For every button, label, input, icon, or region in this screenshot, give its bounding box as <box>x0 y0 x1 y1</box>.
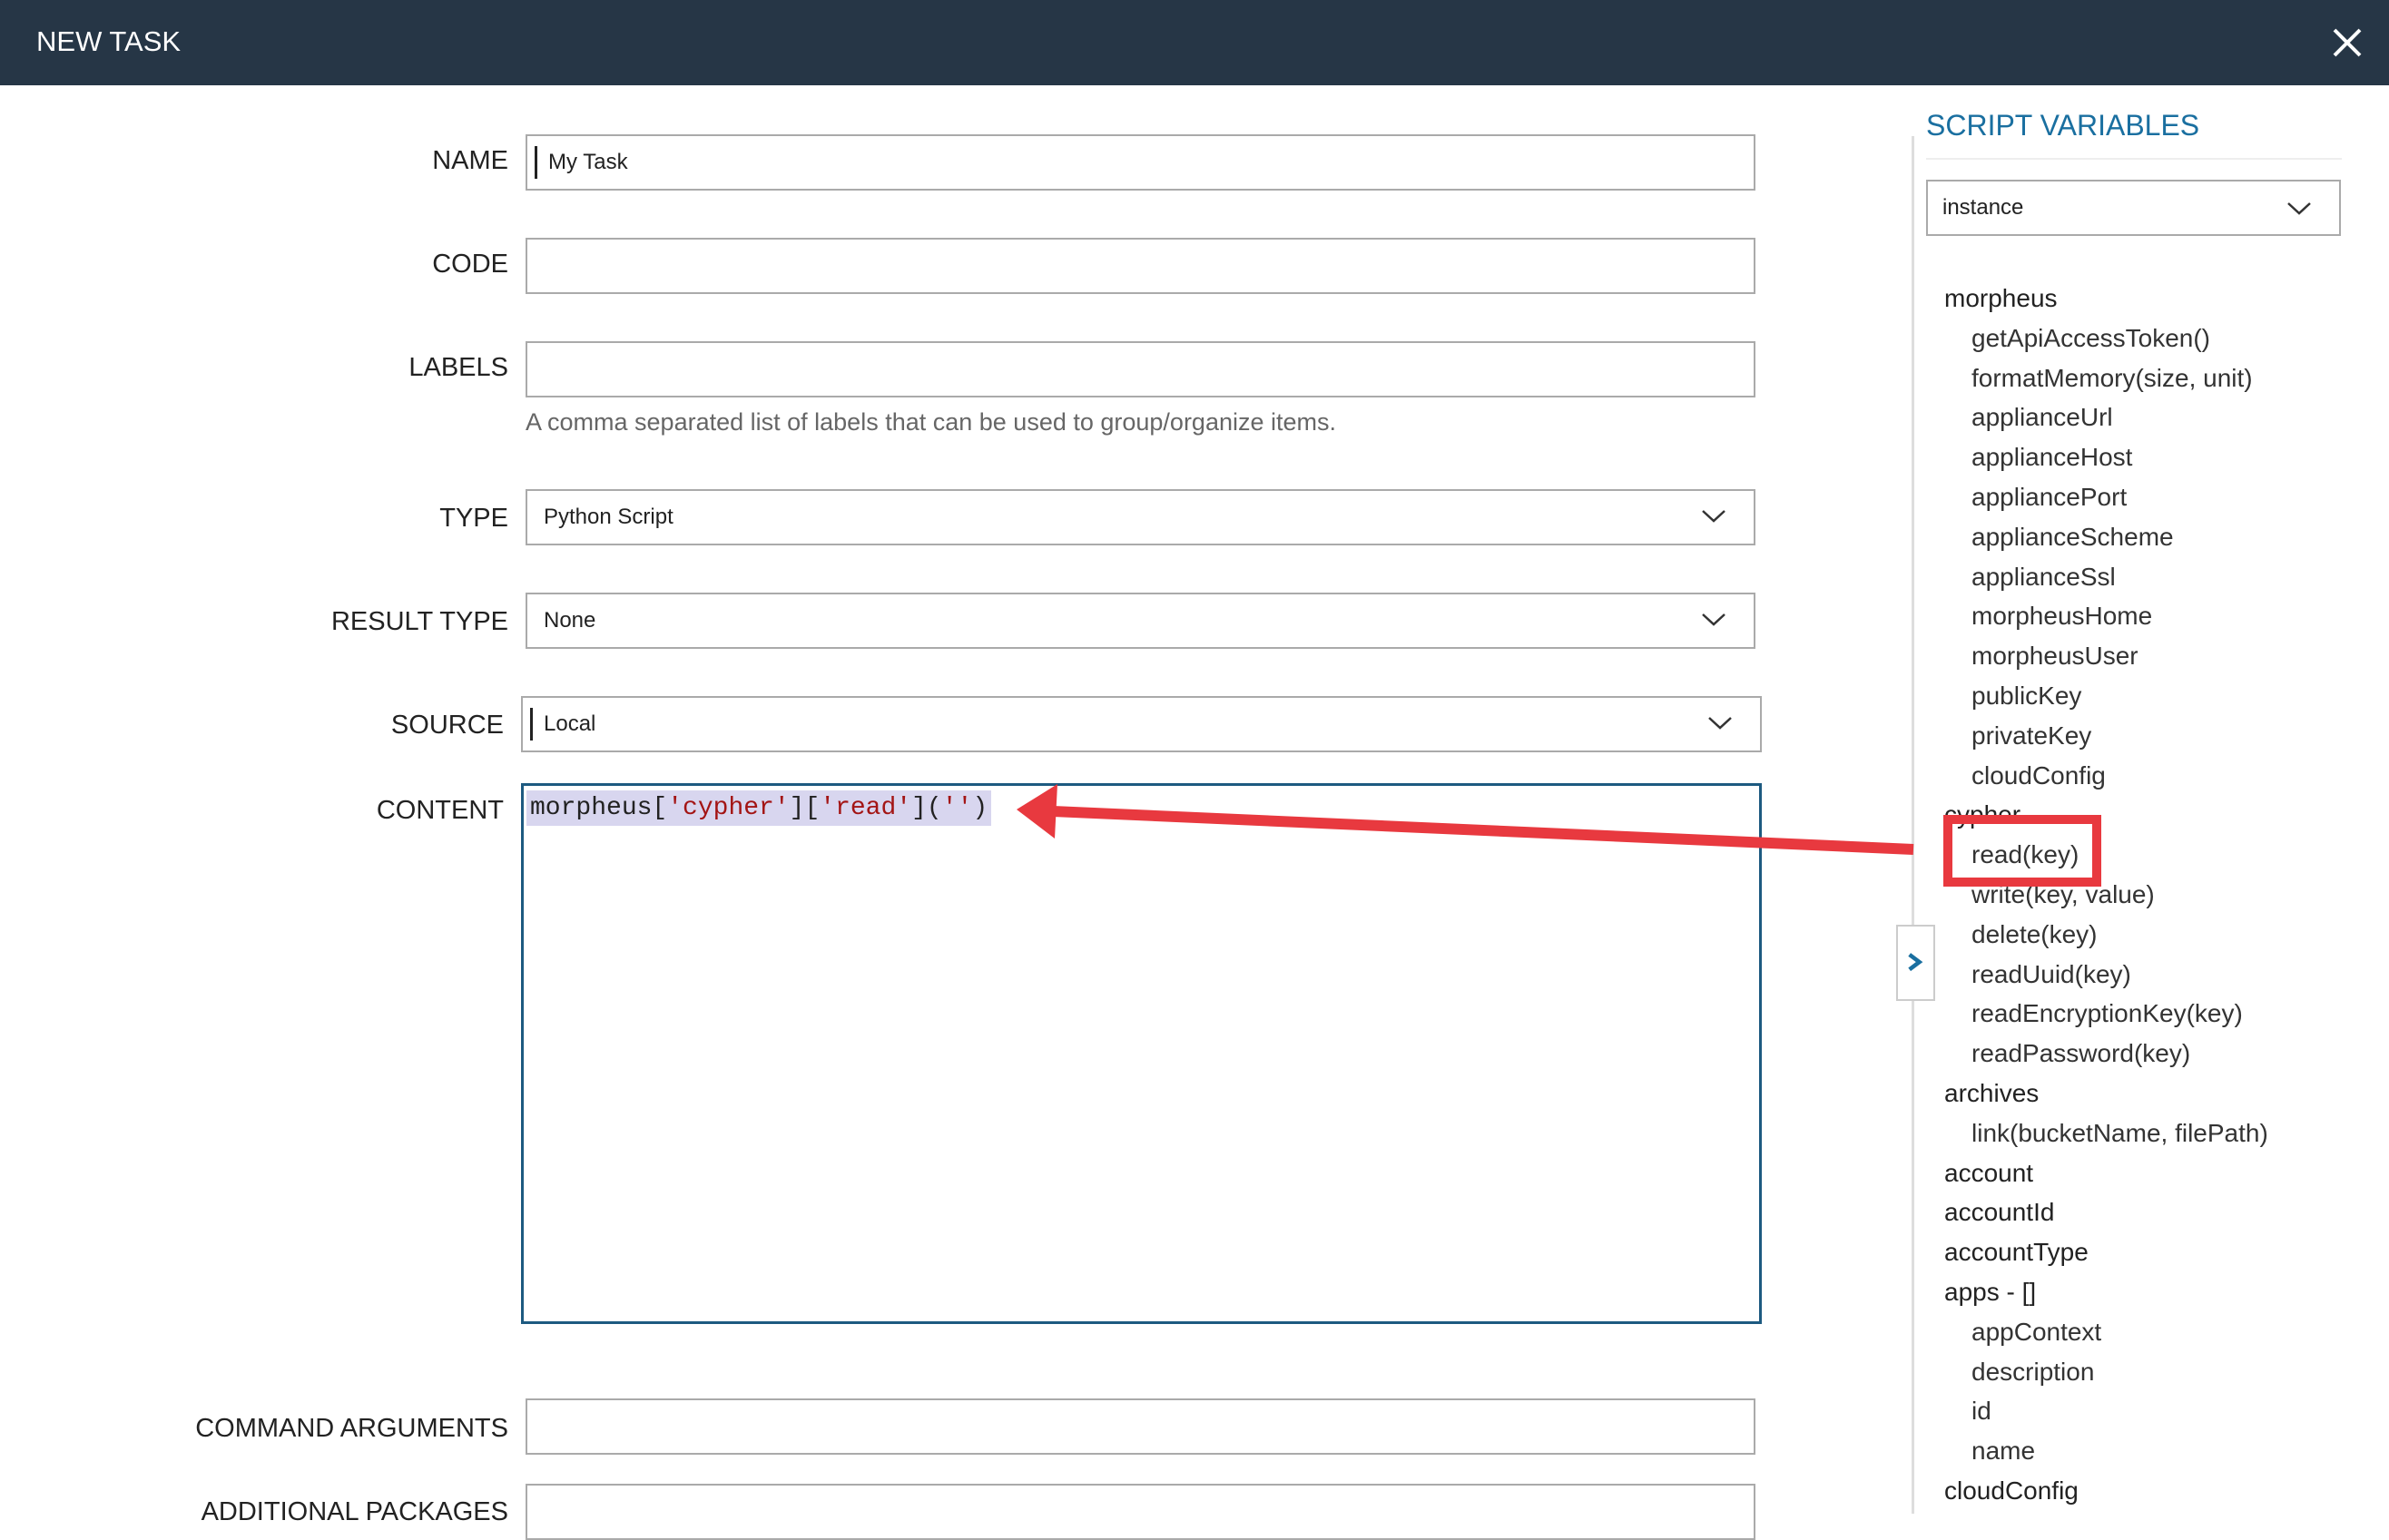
close-icon[interactable] <box>2329 25 2365 61</box>
variable-group[interactable]: cypher <box>1944 795 2380 835</box>
code-token: ) <box>972 794 988 822</box>
variable-item[interactable]: applianceHost <box>1944 437 2380 477</box>
text-cursor <box>535 146 537 179</box>
name-label: NAME <box>432 146 508 175</box>
name-input[interactable]: My Task <box>526 134 1755 191</box>
variable-item[interactable]: readPassword(key) <box>1944 1034 2380 1074</box>
additional-packages-label: ADDITIONAL PACKAGES <box>201 1497 508 1526</box>
title-underline <box>1926 158 2342 160</box>
command-arguments-label: COMMAND ARGUMENTS <box>195 1414 508 1443</box>
variable-item[interactable]: getApiAccessToken() <box>1944 319 2380 358</box>
variable-item[interactable]: applianceScheme <box>1944 517 2380 557</box>
variable-item[interactable]: delete(key) <box>1944 915 2380 955</box>
variable-item[interactable]: id <box>1944 1391 2380 1431</box>
source-label: SOURCE <box>390 711 504 740</box>
variable-item[interactable]: cloudConfig <box>1944 756 2380 796</box>
variable-tree: morpheus getApiAccessToken() formatMemory(… <box>1944 279 2380 1511</box>
sidebar-divider <box>1912 136 1914 1514</box>
code-string: '' <box>941 794 973 822</box>
variable-item[interactable]: privateKey <box>1944 716 2380 756</box>
variable-group[interactable]: accountType <box>1944 1232 2380 1272</box>
content-label: CONTENT <box>376 796 504 825</box>
variable-item[interactable]: readEncryptionKey(key) <box>1944 994 2380 1034</box>
variable-group[interactable]: apps - [] <box>1944 1272 2380 1312</box>
variable-group[interactable]: accountId <box>1944 1192 2380 1232</box>
variable-group[interactable]: account <box>1944 1153 2380 1193</box>
labels-label: LABELS <box>408 353 508 382</box>
code-string: 'read' <box>820 794 912 822</box>
code-token: ]( <box>911 794 942 822</box>
code-string: 'cypher' <box>667 794 790 822</box>
variable-item[interactable]: appliancePort <box>1944 477 2380 517</box>
variable-item[interactable]: morpheusHome <box>1944 596 2380 636</box>
content-code-editor[interactable]: morpheus['cypher']['read']('') <box>521 783 1762 1324</box>
code-label: CODE <box>432 250 508 279</box>
result-type-select[interactable]: None <box>526 593 1755 649</box>
source-value: Local <box>544 711 596 736</box>
chevron-down-icon <box>1708 717 1732 730</box>
chevron-down-icon <box>1702 510 1725 523</box>
selected-code-line: morpheus['cypher']['read']('') <box>526 790 992 826</box>
result-type-value: None <box>544 608 596 633</box>
variable-item[interactable]: formatMemory(size, unit) <box>1944 358 2380 398</box>
variable-item[interactable]: morpheusUser <box>1944 636 2380 676</box>
variable-group[interactable]: archives <box>1944 1074 2380 1113</box>
type-select[interactable]: Python Script <box>526 489 1755 545</box>
variable-item[interactable]: appContext <box>1944 1312 2380 1352</box>
code-token: ][ <box>789 794 821 822</box>
variable-item[interactable]: write(key, value) <box>1944 875 2380 915</box>
variable-item[interactable]: applianceSsl <box>1944 557 2380 597</box>
code-token: morpheus[ <box>530 794 668 822</box>
modal-header: NEW TASK <box>0 0 2389 85</box>
result-type-label: RESULT TYPE <box>330 607 508 636</box>
type-value: Python Script <box>544 505 673 529</box>
script-variables-title: SCRIPT VARIABLES <box>1926 109 2200 142</box>
variable-item[interactable]: description <box>1944 1352 2380 1392</box>
name-value: My Task <box>548 150 628 174</box>
labels-input[interactable] <box>526 341 1755 397</box>
text-cursor <box>530 708 533 741</box>
chevron-right-icon <box>1908 953 1923 972</box>
code-input[interactable] <box>526 238 1755 294</box>
source-select[interactable]: Local <box>521 696 1762 752</box>
variable-item[interactable]: publicKey <box>1944 676 2380 716</box>
command-arguments-input[interactable] <box>526 1398 1755 1455</box>
variable-group[interactable]: morpheus <box>1944 279 2380 319</box>
additional-packages-input[interactable] <box>526 1484 1755 1540</box>
variable-item[interactable]: applianceUrl <box>1944 397 2380 437</box>
variable-item[interactable]: readUuid(key) <box>1944 955 2380 995</box>
variable-item[interactable]: read(key) <box>1944 835 2380 875</box>
variable-group[interactable]: cloudConfig <box>1944 1471 2380 1511</box>
modal-title: NEW TASK <box>36 25 182 57</box>
chevron-down-icon <box>2287 202 2311 215</box>
variable-scope-select[interactable]: instance <box>1926 180 2341 236</box>
variable-item[interactable]: name <box>1944 1431 2380 1471</box>
expand-sidebar-button[interactable] <box>1896 925 1935 1001</box>
chevron-down-icon <box>1702 613 1725 626</box>
labels-help-text: A comma separated list of labels that ca… <box>526 408 1337 436</box>
variable-scope-value: instance <box>1942 195 2024 220</box>
type-label: TYPE <box>439 504 508 533</box>
variable-item[interactable]: link(bucketName, filePath) <box>1944 1113 2380 1153</box>
